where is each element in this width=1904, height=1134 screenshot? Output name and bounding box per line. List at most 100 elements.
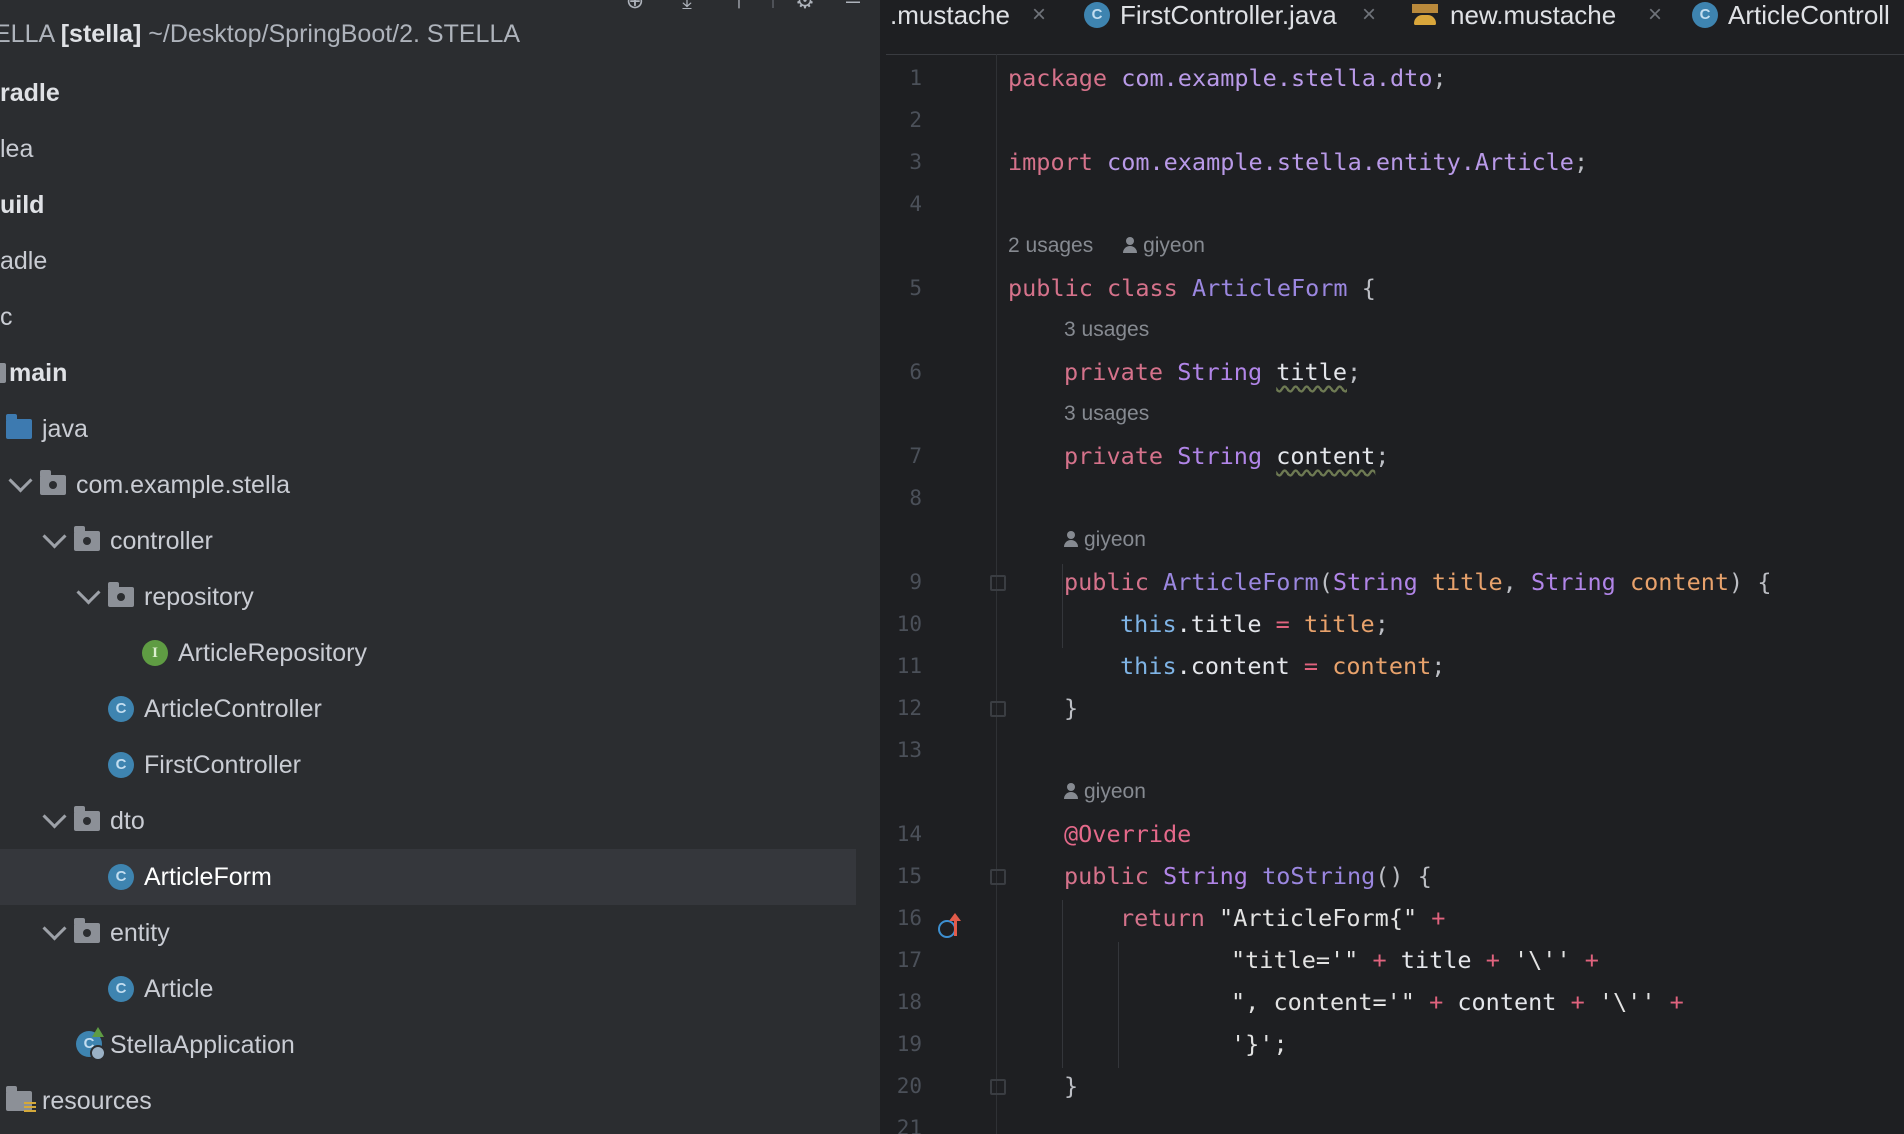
code-line-16: return "ArticleForm{" + <box>1120 904 1446 932</box>
tree-item-build[interactable]: uild <box>0 177 856 233</box>
line-number: 1 <box>909 66 922 90</box>
tree-item-article-controller[interactable]: C ArticleController <box>0 681 856 737</box>
line-number: 20 <box>896 1074 922 1098</box>
tab-label: new.mustache <box>1450 0 1617 30</box>
package-icon <box>74 806 100 831</box>
tab-new-mustache[interactable]: new.mustache <box>1450 0 1616 30</box>
tree-item-article-repository[interactable]: I ArticleRepository <box>0 625 856 681</box>
tree-item-label: Article <box>144 975 214 1003</box>
tree-item-label: lea <box>0 135 34 163</box>
gutter-divider <box>996 54 997 1134</box>
expand-all-icon[interactable]: ⤓ <box>672 0 702 14</box>
tree-item-package-repository[interactable]: repository <box>0 569 856 625</box>
tree-item-main[interactable]: main <box>0 345 856 401</box>
tree-item-label: uild <box>0 191 45 219</box>
minimize-icon[interactable]: — <box>842 0 860 14</box>
code-line-1: package com.example.stella.dto; <box>1008 64 1447 92</box>
class-icon: C <box>1084 2 1110 28</box>
indent-guide <box>1062 900 1063 1068</box>
chevron-down-icon[interactable] <box>8 468 33 493</box>
code-line-12: } <box>1064 694 1079 722</box>
line-number: 13 <box>896 738 922 762</box>
code-line-3: import com.example.stella.entity.Article… <box>1008 148 1589 176</box>
tree-item-package-controller[interactable]: controller <box>0 513 856 569</box>
tree-item-label: dto <box>110 807 145 835</box>
tree-item-article-form[interactable]: C ArticleForm <box>0 849 856 905</box>
line-number: 7 <box>909 444 922 468</box>
tree-item-label: ArticleRepository <box>178 639 367 667</box>
toolbar-divider <box>772 0 774 8</box>
author-hint[interactable]: giyeon <box>1143 234 1205 257</box>
usages-hint[interactable]: 3 usages <box>1064 393 1149 435</box>
tree-item-stella-application[interactable]: C StellaApplication <box>0 1017 856 1073</box>
tree-item-package-com-example-stella[interactable]: com.example.stella <box>0 457 856 513</box>
inlay-hint-constructor[interactable]: giyeon <box>1064 519 1146 561</box>
tree-item-label: adle <box>0 247 48 275</box>
line-number-gutter[interactable]: 1 2 3 4 5 6 7 8 9 10 11 12 13 14 15 16 1… <box>886 54 994 1134</box>
close-icon[interactable]: × <box>1032 0 1046 30</box>
chevron-down-icon[interactable]: ⌄ <box>42 0 57 1</box>
code-editor[interactable]: .mustache × C FirstController.java × new… <box>886 0 1904 1134</box>
usages-hint[interactable]: 2 usages <box>1008 234 1093 257</box>
tree-item-package-dto[interactable]: dto <box>0 793 856 849</box>
package-icon <box>74 918 100 943</box>
class-icon: C <box>108 864 134 890</box>
line-number: 18 <box>896 990 922 1014</box>
close-icon[interactable]: × <box>1648 0 1662 30</box>
tree-item-idea[interactable]: lea <box>0 121 856 177</box>
line-number: 16 <box>896 906 922 930</box>
chevron-down-icon[interactable] <box>76 580 101 605</box>
code-line-5: public class ArticleForm { <box>1008 274 1376 302</box>
project-root-path: ~/Desktop/SpringBoot/2. STELLA <box>148 20 521 48</box>
tab-article-controller[interactable]: ArticleControll <box>1728 0 1890 30</box>
line-number: 11 <box>896 654 922 678</box>
line-number: 4 <box>909 192 922 216</box>
chevron-down-icon[interactable] <box>42 916 67 941</box>
project-root[interactable]: ELLA [stella] ~/Desktop/SpringBoot/2. ST… <box>0 20 520 49</box>
overrides-method-icon[interactable] <box>938 913 962 940</box>
chevron-down-icon[interactable] <box>42 524 67 549</box>
class-icon: C <box>108 696 134 722</box>
tab-first-controller[interactable]: FirstController.java <box>1120 0 1337 30</box>
inlay-hint-class[interactable]: 2 usages giyeon <box>1008 225 1205 267</box>
line-number: 15 <box>896 864 922 888</box>
fold-marker-icon[interactable] <box>990 1079 1006 1095</box>
locate-icon[interactable]: ⊕ <box>620 0 650 14</box>
tab-label: .mustache <box>890 0 1010 30</box>
spring-boot-class-icon: C <box>76 1027 106 1061</box>
line-number: 17 <box>896 948 922 972</box>
tree-item-gradle-dir[interactable]: radle <box>0 65 856 121</box>
tree-item-label: StellaApplication <box>110 1031 295 1059</box>
usages-hint[interactable]: 3 usages <box>1064 309 1149 351</box>
tree-item-java[interactable]: java <box>0 401 856 457</box>
line-number: 10 <box>896 612 922 636</box>
author-hint[interactable]: giyeon <box>1084 528 1146 551</box>
collapse-all-icon[interactable]: ⤒ <box>724 0 754 14</box>
close-icon[interactable]: × <box>1362 0 1376 30</box>
inlay-hint-method[interactable]: giyeon <box>1064 771 1146 813</box>
code-line-19: '}'; <box>1231 1030 1288 1058</box>
tree-item-resources[interactable]: resources <box>0 1073 856 1129</box>
code-line-20: } <box>1064 1072 1079 1100</box>
fold-marker-icon[interactable] <box>990 701 1006 717</box>
tree-item-src[interactable]: c <box>0 289 856 345</box>
fold-marker-icon[interactable] <box>990 869 1006 885</box>
tree-item-package-entity[interactable]: entity <box>0 905 856 961</box>
line-number: 3 <box>909 150 922 174</box>
tree-item-gradle[interactable]: adle <box>0 233 856 289</box>
tab-label: FirstController.java <box>1120 0 1337 30</box>
tab-mustache[interactable]: .mustache <box>890 0 1010 30</box>
code-line-15: public String toString() { <box>1064 862 1432 890</box>
author-hint[interactable]: giyeon <box>1084 780 1146 803</box>
package-icon <box>108 582 134 607</box>
author-icon <box>1064 783 1078 799</box>
project-module-name: [stella] <box>60 20 142 48</box>
gear-icon[interactable]: ⚙ <box>790 0 820 14</box>
tree-item-article[interactable]: C Article <box>0 961 856 1017</box>
code-line-18: ", content='" + content + '\'' + <box>1231 988 1684 1016</box>
tree-item-first-controller[interactable]: C FirstController <box>0 737 856 793</box>
code-line-11: this.content = content; <box>1120 652 1446 680</box>
fold-marker-icon[interactable] <box>990 575 1006 591</box>
chevron-down-icon[interactable] <box>42 804 67 829</box>
tree-item-label: java <box>42 415 88 443</box>
